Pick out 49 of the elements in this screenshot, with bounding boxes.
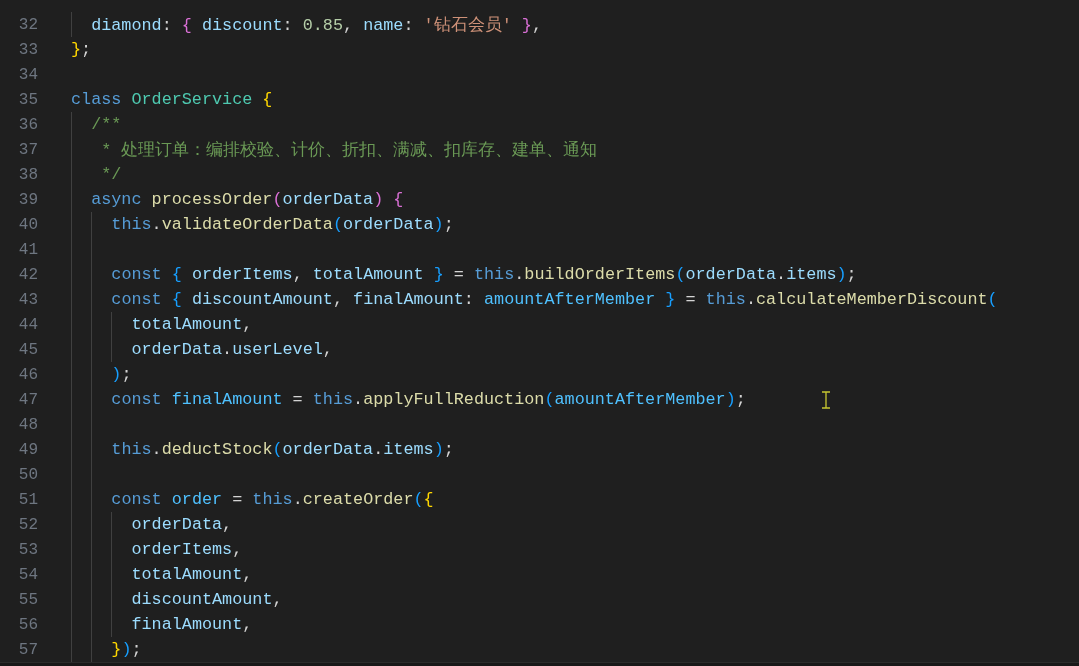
line-number: 57 — [17, 640, 38, 659]
line-number: 49 — [17, 440, 38, 459]
line-number: 38 — [17, 165, 38, 184]
code-line: async processOrder(orderData) { — [91, 190, 404, 209]
line-number: 44 — [17, 315, 38, 334]
code-line: const { discountAmount, finalAmount: amountAfterMember } = this.calculateMemberDiscount( — [111, 290, 998, 309]
line-number: 41 — [17, 240, 38, 259]
text-cursor-icon — [821, 391, 831, 409]
code-line: }; — [71, 40, 92, 59]
line-number: 37 — [17, 140, 38, 159]
line-number: 45 — [17, 340, 38, 359]
line-number: 34 — [17, 65, 38, 84]
code-line: finalAmount, — [131, 615, 253, 634]
line-number: 47 — [17, 390, 38, 409]
line-number: 53 — [17, 540, 38, 559]
code-line: this.validateOrderData(orderData); — [111, 215, 454, 234]
code-line: orderData, — [131, 515, 233, 534]
line-number: 55 — [17, 590, 38, 609]
code-line: this.deductStock(orderData.items); — [111, 440, 454, 459]
line-number: 39 — [17, 190, 38, 209]
line-number: 42 — [17, 265, 38, 284]
code-line: class OrderService { — [71, 90, 273, 109]
code-line: orderItems, — [131, 540, 243, 559]
line-number: 36 — [17, 115, 38, 134]
line-number: 50 — [17, 465, 38, 484]
line-number: 32 — [17, 15, 38, 34]
code-line: const finalAmount = this.applyFullReduction(amountAfterMember); — [111, 390, 746, 409]
line-number: 51 — [17, 490, 38, 509]
code-line: totalAmount, — [131, 565, 253, 584]
line-number: 48 — [17, 415, 38, 434]
line-number: 56 — [17, 615, 38, 634]
line-number: 43 — [17, 290, 38, 309]
code-line: diamond: { discount: 0.85, name: '钻石会员' }, — [91, 15, 542, 36]
code-line: * 处理订单：编排校验、计价、折扣、满减、扣库存、建单、通知 — [100, 139, 598, 161]
code-line: const { orderItems, totalAmount } = this.buildOrderItems(orderData.items); — [111, 265, 857, 284]
code-line: /** — [91, 115, 122, 134]
line-number: 33 — [17, 40, 38, 59]
code-line: orderData.userLevel, — [131, 340, 333, 359]
line-number: 40 — [17, 215, 38, 234]
line-number: 54 — [17, 565, 38, 584]
line-number: 52 — [17, 515, 38, 534]
line-number: 35 — [17, 90, 38, 109]
code-line: ); — [111, 365, 132, 384]
code-line: const order = this.createOrder({ — [111, 490, 434, 509]
line-number: 46 — [17, 365, 38, 384]
code-line: totalAmount, — [131, 315, 253, 334]
code-line: */ — [100, 165, 122, 184]
code-line: discountAmount, — [131, 590, 283, 609]
code-line: }); — [111, 640, 142, 659]
